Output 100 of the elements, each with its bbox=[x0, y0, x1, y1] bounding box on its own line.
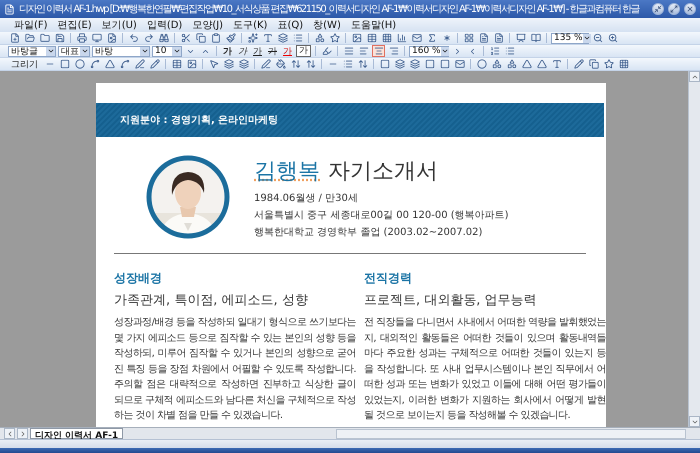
arrows-button[interactable] bbox=[356, 58, 369, 70]
book-button[interactable] bbox=[529, 32, 542, 44]
text-icon bbox=[552, 59, 562, 69]
arrows-button[interactable] bbox=[304, 58, 317, 70]
redo-icon bbox=[144, 33, 154, 43]
profile-info: 1984.06월생 / 만30세 bbox=[254, 192, 359, 204]
undo-button[interactable] bbox=[127, 32, 140, 44]
mail-button[interactable] bbox=[453, 58, 466, 70]
curve-button[interactable] bbox=[118, 58, 131, 70]
triangle-button[interactable] bbox=[103, 58, 116, 70]
menu-item[interactable]: 입력(D) bbox=[142, 18, 186, 32]
align-left-button[interactable] bbox=[357, 45, 370, 57]
underline-button[interactable]: 가 bbox=[251, 45, 264, 57]
font-dropdown[interactable]: 바탕 bbox=[92, 46, 150, 56]
shapes-button[interactable] bbox=[313, 32, 326, 44]
horizontal-scrollbar[interactable] bbox=[336, 428, 686, 438]
paint-bucket-button[interactable] bbox=[274, 58, 287, 70]
pencil-button[interactable] bbox=[148, 58, 161, 70]
bold-button[interactable]: 가 bbox=[221, 45, 234, 57]
brush-button[interactable] bbox=[224, 32, 237, 44]
highlighter-button[interactable] bbox=[320, 45, 333, 57]
triangle-button[interactable] bbox=[520, 58, 533, 70]
ellipse-button[interactable] bbox=[475, 58, 488, 70]
menu-item[interactable]: 표(Q) bbox=[273, 18, 308, 32]
minimize-button[interactable] bbox=[652, 3, 664, 15]
folder-button[interactable] bbox=[38, 32, 51, 44]
section-heading: 성장배경 bbox=[114, 270, 163, 287]
layers-button[interactable] bbox=[222, 58, 235, 70]
line-spacing-dropdown[interactable]: 160 % bbox=[409, 46, 449, 56]
save-button[interactable] bbox=[53, 32, 66, 44]
star-icon bbox=[330, 33, 340, 43]
sparkles-button[interactable] bbox=[246, 32, 259, 44]
chart-button[interactable] bbox=[395, 32, 408, 44]
pencil-icon bbox=[574, 59, 584, 69]
numbered-list-button[interactable] bbox=[488, 45, 501, 57]
menu-item[interactable]: 모양(J) bbox=[188, 18, 228, 32]
zoom-dropdown[interactable]: 135 % bbox=[551, 32, 589, 44]
pointer-button[interactable] bbox=[207, 58, 220, 70]
copy-button[interactable] bbox=[587, 58, 600, 70]
folder-button[interactable] bbox=[23, 32, 36, 44]
layers-button[interactable] bbox=[276, 32, 289, 44]
ellipse-button[interactable] bbox=[73, 58, 86, 70]
triangle-button[interactable] bbox=[535, 58, 548, 70]
menu-item[interactable]: 도움말(H) bbox=[346, 18, 400, 32]
document-tab[interactable]: 디자인 이력서 AF-1 bbox=[30, 428, 124, 439]
presentation-button[interactable] bbox=[514, 32, 527, 44]
font-group-dropdown[interactable]: 대표 bbox=[58, 46, 90, 56]
binoculars-button[interactable] bbox=[157, 32, 170, 44]
copy-button[interactable] bbox=[194, 32, 207, 44]
align-justify-icon bbox=[344, 46, 354, 56]
print-button[interactable] bbox=[75, 32, 88, 44]
curve-button[interactable] bbox=[88, 58, 101, 70]
menu-item[interactable]: 보기(U) bbox=[98, 18, 141, 32]
mail-button[interactable] bbox=[410, 32, 423, 44]
paint-bucket-icon bbox=[276, 59, 286, 69]
table-button[interactable] bbox=[170, 58, 183, 70]
layers-button[interactable] bbox=[393, 58, 406, 70]
pen-button[interactable] bbox=[133, 58, 146, 70]
arrows-button[interactable] bbox=[289, 58, 302, 70]
pen-button[interactable] bbox=[259, 58, 272, 70]
strike-button[interactable]: 가 bbox=[266, 45, 279, 57]
zoom-out-button[interactable] bbox=[591, 32, 604, 44]
rectangle-button[interactable] bbox=[438, 58, 451, 70]
star-button[interactable] bbox=[328, 32, 341, 44]
close-button[interactable] bbox=[684, 3, 696, 15]
toolbar-label[interactable]: 그리기 bbox=[8, 58, 41, 70]
style-dropdown[interactable]: 바탕글 bbox=[8, 46, 56, 56]
menu-item[interactable]: 도구(K) bbox=[229, 18, 272, 32]
grid-button[interactable] bbox=[380, 32, 393, 44]
shapes-button[interactable] bbox=[490, 58, 503, 70]
image-button[interactable] bbox=[185, 58, 198, 70]
align-left-icon bbox=[358, 46, 368, 56]
caret-icon bbox=[46, 47, 54, 55]
outline-button[interactable]: 가 bbox=[296, 45, 311, 57]
maximize-button[interactable] bbox=[668, 3, 680, 15]
menu-item[interactable]: 창(W) bbox=[309, 18, 345, 32]
font-size-dropdown[interactable]: 10 bbox=[152, 46, 182, 56]
italic-button[interactable]: 가 bbox=[236, 45, 249, 57]
rectangle-button[interactable] bbox=[423, 58, 436, 70]
image-button[interactable] bbox=[350, 32, 363, 44]
rectangle-button[interactable] bbox=[58, 58, 71, 70]
layers-button[interactable] bbox=[408, 58, 421, 70]
star-button[interactable] bbox=[602, 58, 615, 70]
shapes-button[interactable] bbox=[505, 58, 518, 70]
menu-item[interactable]: 편집(E) bbox=[54, 18, 96, 32]
grid-button[interactable] bbox=[617, 58, 630, 70]
zoom-in-button[interactable] bbox=[606, 32, 619, 44]
menu-item[interactable]: 파일(F) bbox=[10, 18, 52, 32]
align-center-button[interactable] bbox=[372, 45, 385, 57]
caret-icon bbox=[140, 47, 148, 55]
monitor-button[interactable] bbox=[90, 32, 103, 44]
rectangle-button[interactable] bbox=[378, 58, 391, 70]
align-justify-button[interactable] bbox=[342, 45, 355, 57]
layers-button[interactable] bbox=[237, 58, 250, 70]
table-button[interactable] bbox=[365, 32, 378, 44]
layout-button[interactable] bbox=[462, 32, 475, 44]
align-right-button[interactable] bbox=[387, 45, 400, 57]
color-button[interactable]: 가 bbox=[281, 45, 294, 57]
pencil-button[interactable] bbox=[572, 58, 585, 70]
scissors-button[interactable] bbox=[179, 32, 192, 44]
